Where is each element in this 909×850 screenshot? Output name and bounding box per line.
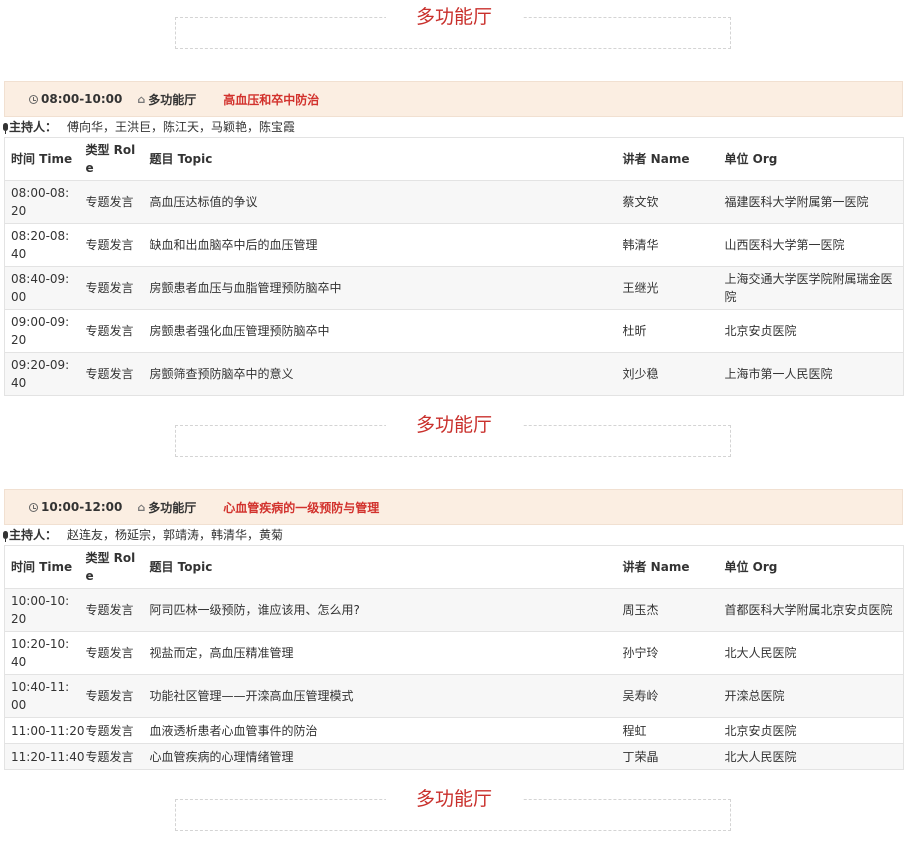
moderator-label: 主持人： <box>9 120 58 134</box>
cell-role: 专题发言 <box>79 588 144 632</box>
cell-time: 10:00-10:20 <box>4 588 80 632</box>
home-icon: ⌂ <box>137 500 146 514</box>
venue-title: 多功能厅 <box>386 787 522 811</box>
cell-role: 专题发言 <box>79 223 144 267</box>
cell-speaker: 韩清华 <box>616 223 719 267</box>
cell-role: 专题发言 <box>79 743 144 770</box>
cell-time: 09:20-09:40 <box>4 352 80 396</box>
session-time: 08:00-10:00 <box>41 92 123 106</box>
cell-topic: 房颤患者强化血压管理预防脑卒中 <box>143 309 617 353</box>
table-row: 08:40-09:00 专题发言 房颤患者血压与血脂管理预防脑卒中 王继光 上海… <box>4 266 904 310</box>
cell-role: 专题发言 <box>79 352 144 396</box>
cell-org: 福建医科大学附属第一医院 <box>718 180 904 224</box>
cell-topic: 功能社区管理——开滦高血压管理模式 <box>143 674 617 718</box>
cell-speaker: 程虹 <box>616 717 719 744</box>
header-time: 时间 Time <box>4 137 80 181</box>
cell-topic: 房颤患者血压与血脂管理预防脑卒中 <box>143 266 617 310</box>
schedule-table: 时间 Time 类型 Role 题目 Topic 讲者 Name 单位 Org … <box>4 137 904 396</box>
cell-role: 专题发言 <box>79 180 144 224</box>
session-time: 10:00-12:00 <box>41 500 123 514</box>
cell-topic: 阿司匹林一级预防，谁应该用、怎么用? <box>143 588 617 632</box>
session-header: 10:00-12:00 ⌂ 多功能厅 心血管疾病的一级预防与管理 <box>4 489 903 525</box>
cell-speaker: 王继光 <box>616 266 719 310</box>
cell-time: 11:20-11:40 <box>4 743 85 770</box>
cell-topic: 房颤筛查预防脑卒中的意义 <box>143 352 617 396</box>
cell-role: 专题发言 <box>79 717 144 744</box>
cell-speaker: 杜昕 <box>616 309 719 353</box>
cell-speaker: 丁荣晶 <box>616 743 719 770</box>
moderator-names: 赵连友，杨延宗，郭靖涛，韩清华，黄菊 <box>67 528 284 542</box>
table-header-row: 时间 Time 类型 Role 题目 Topic 讲者 Name 单位 Org <box>4 545 904 589</box>
cell-time: 08:00-08:20 <box>4 180 80 224</box>
cell-org: 山西医科大学第一医院 <box>718 223 904 267</box>
moderator-label: 主持人： <box>9 528 58 542</box>
header-speaker: 讲者 Name <box>616 545 719 589</box>
cell-topic: 缺血和出血脑卒中后的血压管理 <box>143 223 617 267</box>
header-org: 单位 Org <box>718 137 904 181</box>
cell-time: 10:40-11:00 <box>4 674 80 718</box>
cell-speaker: 吴寿岭 <box>616 674 719 718</box>
session-topic: 心血管疾病的一级预防与管理 <box>223 500 380 515</box>
cell-time: 08:40-09:00 <box>4 266 80 310</box>
cell-org: 北大人民医院 <box>718 631 904 675</box>
header-role: 类型 Role <box>79 137 144 181</box>
table-row: 10:00-10:20 专题发言 阿司匹林一级预防，谁应该用、怎么用? 周玉杰 … <box>4 588 904 632</box>
cell-topic: 心血管疾病的心理情绪管理 <box>143 743 617 770</box>
table-row: 09:20-09:40 专题发言 房颤筛查预防脑卒中的意义 刘少稳 上海市第一人… <box>4 352 904 396</box>
cell-topic: 视盐而定，高血压精准管理 <box>143 631 617 675</box>
microphone-icon <box>3 123 8 134</box>
schedule-table: 时间 Time 类型 Role 题目 Topic 讲者 Name 单位 Org … <box>4 545 904 770</box>
cell-org: 首都医科大学附属北京安贞医院 <box>718 588 904 632</box>
cell-role: 专题发言 <box>79 266 144 310</box>
session-venue: 多功能厅 <box>148 500 197 515</box>
table-row: 10:40-11:00 专题发言 功能社区管理——开滦高血压管理模式 吴寿岭 开… <box>4 674 904 718</box>
table-row: 08:00-08:20 专题发言 高血压达标值的争议 蔡文钦 福建医科大学附属第… <box>4 180 904 224</box>
table-row: 10:20-10:40 专题发言 视盐而定，高血压精准管理 孙宁玲 北大人民医院 <box>4 631 904 675</box>
cell-time: 09:00-09:20 <box>4 309 80 353</box>
header-time: 时间 Time <box>4 545 80 589</box>
cell-org: 北京安贞医院 <box>718 309 904 353</box>
session-header: 08:00-10:00 ⌂ 多功能厅 高血压和卒中防治 <box>4 81 903 117</box>
clock-icon <box>29 94 38 104</box>
home-icon: ⌂ <box>137 92 146 106</box>
cell-org: 上海市第一人民医院 <box>718 352 904 396</box>
moderator-names: 傅向华，王洪巨，陈江天，马颖艳，陈宝霞 <box>67 120 296 134</box>
moderators-line: 主持人： 赵连友，杨延宗，郭靖涛，韩清华，黄菊 <box>3 526 283 544</box>
header-topic: 题目 Topic <box>143 545 617 589</box>
cell-org: 开滦总医院 <box>718 674 904 718</box>
microphone-icon <box>3 531 8 542</box>
header-role: 类型 Role <box>79 545 144 589</box>
cell-speaker: 刘少稳 <box>616 352 719 396</box>
cell-role: 专题发言 <box>79 631 144 675</box>
venue-title: 多功能厅 <box>386 5 522 29</box>
table-header-row: 时间 Time 类型 Role 题目 Topic 讲者 Name 单位 Org <box>4 137 904 181</box>
table-row: 09:00-09:20 专题发言 房颤患者强化血压管理预防脑卒中 杜昕 北京安贞… <box>4 309 904 353</box>
session-topic: 高血压和卒中防治 <box>223 92 320 107</box>
cell-topic: 血液透析患者心血管事件的防治 <box>143 717 617 744</box>
cell-speaker: 蔡文钦 <box>616 180 719 224</box>
cell-speaker: 孙宁玲 <box>616 631 719 675</box>
header-topic: 题目 Topic <box>143 137 617 181</box>
cell-time: 08:20-08:40 <box>4 223 80 267</box>
cell-org: 上海交通大学医学院附属瑞金医院 <box>718 266 904 310</box>
cell-role: 专题发言 <box>79 309 144 353</box>
header-speaker: 讲者 Name <box>616 137 719 181</box>
table-row: 11:00-11:20 专题发言 血液透析患者心血管事件的防治 程虹 北京安贞医… <box>4 717 904 744</box>
cell-time: 11:00-11:20 <box>4 717 85 744</box>
session-venue: 多功能厅 <box>148 92 197 107</box>
cell-speaker: 周玉杰 <box>616 588 719 632</box>
cell-org: 北京安贞医院 <box>718 717 904 744</box>
cell-time: 10:20-10:40 <box>4 631 80 675</box>
moderators-line: 主持人： 傅向华，王洪巨，陈江天，马颖艳，陈宝霞 <box>3 118 295 136</box>
cell-topic: 高血压达标值的争议 <box>143 180 617 224</box>
cell-org: 北大人民医院 <box>718 743 904 770</box>
venue-title: 多功能厅 <box>386 413 522 437</box>
cell-role: 专题发言 <box>79 674 144 718</box>
table-row: 08:20-08:40 专题发言 缺血和出血脑卒中后的血压管理 韩清华 山西医科… <box>4 223 904 267</box>
table-row: 11:20-11:40 专题发言 心血管疾病的心理情绪管理 丁荣晶 北大人民医院 <box>4 743 904 770</box>
header-org: 单位 Org <box>718 545 904 589</box>
clock-icon <box>29 502 38 512</box>
